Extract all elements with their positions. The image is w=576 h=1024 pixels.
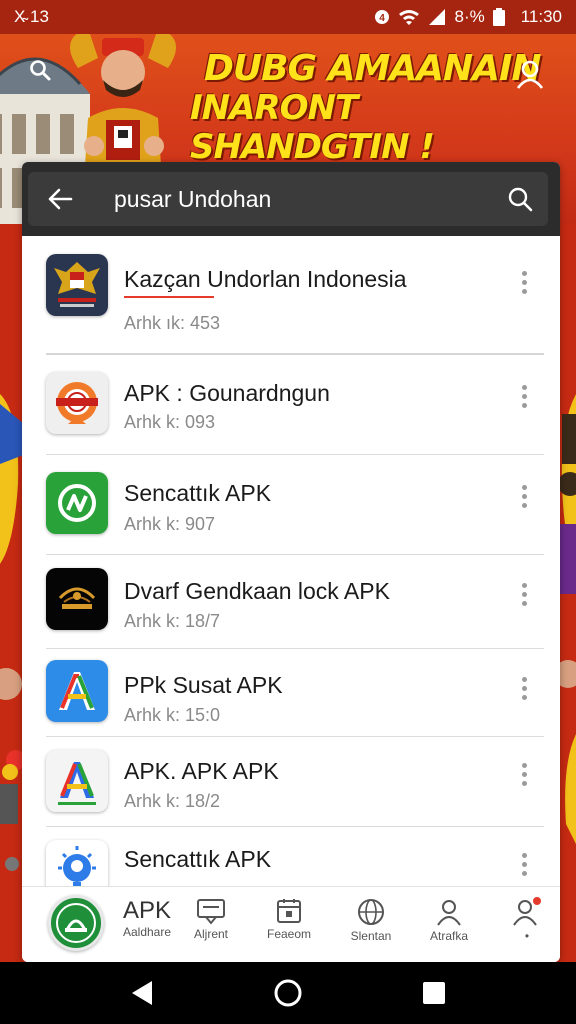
more-options-button[interactable]	[512, 262, 536, 302]
more-options-button[interactable]	[512, 668, 536, 708]
colorful-a-logo-icon	[46, 660, 108, 722]
nav-profile[interactable]: Atrafka	[414, 887, 484, 962]
more-options-button[interactable]	[512, 844, 536, 884]
status-time: 11:30	[520, 7, 562, 26]
nav-label: Atrafka	[429, 929, 468, 943]
green-n-logo-icon	[46, 472, 108, 534]
app-title: Sencattık APK	[124, 480, 272, 506]
triangle-back-icon	[132, 981, 152, 1005]
list-item[interactable]: APK. APK APK Arhk k: 18/2	[22, 736, 560, 836]
svg-text:4: 4	[380, 13, 386, 24]
list-item[interactable]: PPk Susat APK Arhk k: 15:0	[22, 648, 560, 748]
person-alert-icon	[513, 897, 541, 926]
app-title: Kazçan Undorlan Indonesia	[124, 266, 407, 292]
search-results-card: pusar Undohan Kazçan Undorlan Indonesia …	[22, 162, 560, 962]
person-icon	[437, 900, 461, 926]
nav-apk-label: APK	[122, 897, 172, 924]
app-subtitle: Arhk ık: 453	[124, 313, 221, 333]
battery-text: 8·%	[454, 7, 485, 26]
search-bar: pusar Undohan	[22, 162, 560, 236]
calendar-icon	[277, 899, 301, 923]
search-input[interactable]: pusar Undohan	[92, 186, 492, 213]
square-recents-icon	[423, 982, 445, 1004]
nav-label: Feaeom	[266, 927, 312, 941]
colorful-a-logo-small-icon	[46, 750, 108, 812]
list-item[interactable]: Kazçan Undorlan Indonesia Arhk ık: 453	[22, 236, 560, 354]
app-title: PPk Susat APK	[124, 672, 283, 698]
banner-user-icon[interactable]	[514, 58, 546, 90]
app-subtitle: Arhk k: 15:0	[124, 705, 221, 725]
bottom-navigation: APK Aaldhare Aljrent Feaeom Slentan Atra…	[22, 886, 560, 962]
app-title: APK. APK APK	[124, 758, 279, 784]
arrow-back-icon	[48, 188, 73, 210]
nav-calendar[interactable]: Feaeom	[254, 887, 324, 962]
battery-icon	[492, 8, 505, 26]
search-button[interactable]	[492, 172, 548, 226]
app-subtitle: Arhk k: 907	[124, 514, 216, 534]
system-home-button[interactable]	[248, 962, 328, 1024]
search-field-container: pusar Undohan	[28, 172, 548, 226]
app-subtitle: Arhk k: 18/2	[124, 791, 221, 811]
app-subtitle: Arhk k: 18/7	[124, 611, 221, 631]
nav-globe[interactable]: Slentan	[336, 887, 406, 962]
back-button[interactable]	[28, 172, 92, 226]
list-item[interactable]: Dvarf Gendkaan lock APK Arhk k: 18/7	[22, 554, 560, 654]
app-title: Sencattık APK	[124, 846, 272, 872]
globe-icon	[358, 899, 384, 925]
message-icon	[197, 899, 225, 925]
list-item[interactable]: APK : Gounardngun Arhk k: 093	[22, 354, 560, 454]
nav-label: Aljrent	[193, 927, 228, 941]
wifi-icon	[399, 10, 420, 25]
more-options-button[interactable]	[512, 376, 536, 416]
banner-title-line1: DUBG AMAANAIN	[204, 48, 542, 89]
nav-account[interactable]: •	[492, 887, 560, 962]
banner-title: DUBG AMAANAIN INARONT SHANDGTIN !	[190, 48, 550, 168]
search-icon	[508, 187, 533, 212]
more-options-button[interactable]	[512, 574, 536, 614]
more-options-button[interactable]	[512, 754, 536, 794]
system-back-button[interactable]	[102, 962, 182, 1024]
list-item[interactable]: Sencattık APK Arhk k: 907	[22, 454, 560, 554]
app-subtitle: Arhk k: 093	[124, 412, 216, 432]
status-bar: X̴ 13 4 8·% 11:30	[0, 0, 576, 34]
nav-label: Slentan	[350, 929, 392, 943]
notification-icon: 4	[375, 10, 390, 24]
banner-search-icon[interactable]	[28, 58, 52, 82]
nav-label: Aaldhare	[122, 925, 172, 939]
system-recents-button[interactable]	[394, 962, 474, 1024]
app-title: APK : Gounardngun	[124, 380, 330, 406]
nav-home-button[interactable]	[48, 895, 104, 951]
nav-messages[interactable]: Aljrent	[176, 887, 246, 962]
status-icons: 4 8·% 11:30	[374, 7, 562, 27]
red-underline	[124, 296, 214, 298]
signal-icon	[429, 9, 446, 25]
home-emblem-icon	[56, 903, 96, 943]
more-options-button[interactable]	[512, 476, 536, 516]
nav-label: •	[524, 929, 530, 943]
circle-home-icon	[274, 979, 302, 1007]
seal-badge-icon	[46, 372, 108, 434]
dark-crest-icon	[46, 568, 108, 630]
system-navigation-bar	[0, 962, 576, 1024]
banner-title-line2: INARONT SHANDGTIN !	[190, 88, 435, 168]
garuda-emblem-icon	[46, 254, 108, 316]
status-left-text: X̴ 13	[14, 7, 49, 26]
app-title: Dvarf Gendkaan lock APK	[124, 578, 390, 604]
nav-apk[interactable]: APK Aaldhare	[112, 887, 182, 962]
